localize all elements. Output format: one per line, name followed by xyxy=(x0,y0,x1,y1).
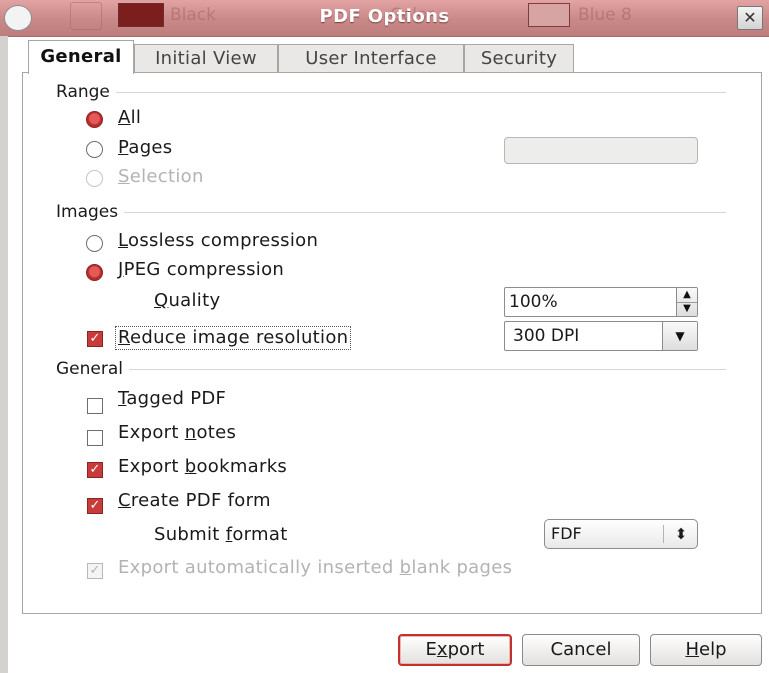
images-frame-line xyxy=(56,212,726,213)
reduce-resolution-label[interactable]: Reduce image resolution xyxy=(115,326,352,350)
tagged-pdf-label[interactable]: Tagged PDF xyxy=(118,388,226,410)
checkmark-icon: ✓ xyxy=(89,498,101,513)
cancel-button[interactable]: Cancel xyxy=(522,634,640,666)
tab-general[interactable]: General xyxy=(28,40,134,74)
export-notes-label[interactable]: Export notes xyxy=(118,422,236,444)
quality-spinbox[interactable]: 100% ▲ ▼ xyxy=(504,287,698,317)
create-pdf-form-label[interactable]: Create PDF form xyxy=(118,490,271,512)
export-button[interactable]: Export xyxy=(398,634,512,666)
tab-security[interactable]: Security xyxy=(464,44,574,73)
resolution-dropdown[interactable]: 300 DPI ▼ xyxy=(504,321,698,351)
spin-down-icon[interactable]: ▼ xyxy=(677,302,697,317)
lossless-compression-label[interactable]: Lossless compression xyxy=(118,230,318,252)
range-pages-radio[interactable] xyxy=(86,141,103,158)
range-selection-label: Selection xyxy=(118,166,204,187)
quality-spin-buttons[interactable]: ▲ ▼ xyxy=(676,288,697,316)
tab-initial-view[interactable]: Initial View xyxy=(134,44,278,73)
chevron-down-icon[interactable]: ▼ xyxy=(662,322,697,350)
range-frame-label: Range xyxy=(56,81,116,103)
quality-value: 100% xyxy=(509,292,558,312)
tab-user-interface[interactable]: User Interface xyxy=(278,44,464,73)
create-pdf-form-checkbox[interactable]: ✓ xyxy=(87,498,103,514)
export-notes-checkbox[interactable] xyxy=(87,430,103,446)
checkmark-icon: ✓ xyxy=(89,563,101,578)
range-pages-label[interactable]: Pages xyxy=(118,137,172,159)
jpeg-compression-radio[interactable] xyxy=(86,264,103,281)
export-blank-pages-checkbox: ✓ xyxy=(87,563,103,579)
checkmark-icon: ✓ xyxy=(89,462,101,477)
submit-format-label: Submit format xyxy=(154,524,288,545)
checkmark-icon: ✓ xyxy=(89,331,101,346)
range-selection-radio xyxy=(86,170,103,187)
export-bookmarks-label[interactable]: Export bookmarks xyxy=(118,456,287,478)
submit-format-select[interactable]: FDF ⬍ xyxy=(544,519,698,549)
close-button[interactable]: ✕ xyxy=(737,6,763,30)
general-frame-line xyxy=(56,369,726,370)
window-title: PDF Options xyxy=(319,6,450,27)
range-all-radio[interactable] xyxy=(86,111,103,128)
lossless-compression-radio[interactable] xyxy=(86,235,103,252)
resolution-value: 300 DPI xyxy=(513,326,580,346)
updown-arrows-icon[interactable]: ⬍ xyxy=(669,520,693,548)
close-icon: ✕ xyxy=(743,8,757,27)
quality-label: Quality xyxy=(154,290,221,311)
range-all-label[interactable]: All xyxy=(118,107,141,129)
range-frame-line xyxy=(56,92,726,93)
window-left-edge xyxy=(0,36,8,673)
title-bar[interactable]: Black Color Blue 8 PDF Options ✕ xyxy=(0,0,769,37)
images-frame-label: Images xyxy=(56,201,125,223)
jpeg-compression-label[interactable]: JPEG compression xyxy=(118,259,284,281)
reduce-resolution-checkbox[interactable]: ✓ xyxy=(87,331,103,347)
tagged-pdf-checkbox[interactable] xyxy=(87,398,103,414)
pages-range-input[interactable] xyxy=(504,137,698,164)
export-bookmarks-checkbox[interactable]: ✓ xyxy=(87,462,103,478)
select-divider xyxy=(663,525,664,543)
export-blank-pages-label: Export automatically inserted blank page… xyxy=(118,557,513,578)
help-button[interactable]: Help xyxy=(650,634,762,666)
general-frame-label: General xyxy=(56,358,129,380)
spin-up-icon[interactable]: ▲ xyxy=(677,288,697,302)
submit-format-value: FDF xyxy=(551,524,582,543)
